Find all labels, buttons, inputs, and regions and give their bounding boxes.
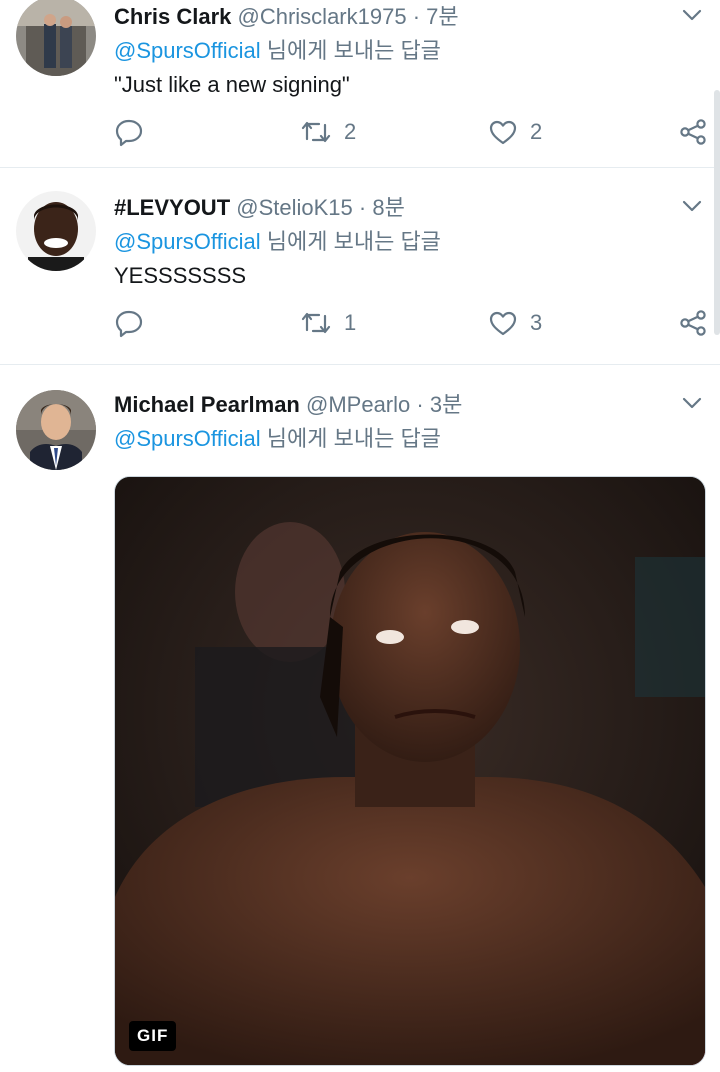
reply-button[interactable] [114, 307, 144, 339]
share-button[interactable] [678, 116, 708, 148]
tweet-text: "Just like a new signing" [114, 72, 350, 97]
avatar[interactable] [16, 390, 96, 470]
tweet-actions: 2 2 [114, 116, 708, 148]
author-handle[interactable]: @StelioK15 [236, 195, 353, 220]
retweet-count: 2 [344, 119, 357, 144]
tweet-item[interactable]: Michael Pearlman @MPearlo · 3분 @SpursOff… [0, 366, 720, 1072]
like-button[interactable]: 2 [488, 116, 542, 148]
author-handle[interactable]: @Chrisclark1975 [238, 4, 407, 29]
tweet-item[interactable]: Chris Clark @Chrisclark1975 · 7분 @SpursO… [0, 0, 720, 168]
author-name[interactable]: Michael Pearlman [114, 392, 300, 417]
share-icon [678, 118, 708, 146]
like-button[interactable]: 3 [488, 307, 542, 339]
reply-button[interactable] [114, 116, 144, 148]
separator-dot: · [416, 392, 424, 417]
tweet-text: YESSSSSSS [114, 263, 247, 288]
tweet-time[interactable]: 7분 [426, 4, 458, 29]
tweet-item[interactable]: #LEVYOUT @StelioK15 · 8분 @SpursOfficial … [0, 169, 720, 365]
reply-context: @SpursOfficial 님에게 보내는 답글 [114, 424, 441, 454]
tweet-divider [0, 364, 720, 365]
chevron-down-icon[interactable] [682, 396, 702, 410]
tweet-divider [0, 167, 720, 168]
separator-dot: · [412, 4, 421, 29]
reply-context: @SpursOfficial 님에게 보내는 답글 [114, 36, 441, 66]
gif-badge: GIF [129, 1021, 177, 1051]
retweet-button[interactable]: 2 [300, 116, 356, 148]
tweet-header: Chris Clark @Chrisclark1975 · 7분 [114, 2, 459, 32]
separator-dot: · [358, 195, 367, 220]
retweet-icon [300, 119, 332, 145]
reply-mention-link[interactable]: @SpursOfficial [114, 229, 261, 254]
share-icon [678, 309, 708, 337]
heart-icon [488, 118, 518, 146]
tweet-header: #LEVYOUT @StelioK15 · 8분 [114, 193, 405, 223]
retweet-icon [300, 310, 332, 336]
reply-mention-link[interactable]: @SpursOfficial [114, 426, 261, 451]
reply-suffix: 님에게 보내는 답글 [266, 426, 441, 451]
gif-media[interactable]: GIF [114, 476, 706, 1066]
timeline-feed: Chris Clark @Chrisclark1975 · 7분 @SpursO… [0, 0, 720, 1072]
scrollbar[interactable] [714, 90, 720, 335]
share-button[interactable] [678, 307, 708, 339]
heart-icon [488, 309, 518, 337]
avatar[interactable] [16, 191, 96, 271]
gif-preview-image [115, 477, 705, 1065]
author-name[interactable]: Chris Clark [114, 4, 231, 29]
author-name[interactable]: #LEVYOUT [114, 195, 230, 220]
tweet-time[interactable]: 3분 [430, 392, 462, 417]
retweet-button[interactable]: 1 [300, 307, 356, 339]
retweet-count: 1 [344, 310, 357, 335]
chevron-down-icon[interactable] [682, 199, 702, 213]
tweet-time[interactable]: 8분 [372, 195, 404, 220]
tweet-actions: 1 3 [114, 307, 708, 339]
tweet-header: Michael Pearlman @MPearlo · 3분 [114, 390, 462, 420]
like-count: 3 [530, 310, 543, 335]
reply-mention-link[interactable]: @SpursOfficial [114, 38, 261, 63]
reply-icon [114, 308, 144, 338]
reply-context: @SpursOfficial 님에게 보내는 답글 [114, 227, 441, 257]
author-handle[interactable]: @MPearlo [306, 392, 410, 417]
reply-suffix: 님에게 보내는 답글 [266, 229, 441, 254]
like-count: 2 [530, 119, 543, 144]
reply-suffix: 님에게 보내는 답글 [266, 38, 441, 63]
reply-icon [114, 117, 144, 147]
chevron-down-icon[interactable] [682, 8, 702, 22]
avatar[interactable] [16, 0, 96, 76]
